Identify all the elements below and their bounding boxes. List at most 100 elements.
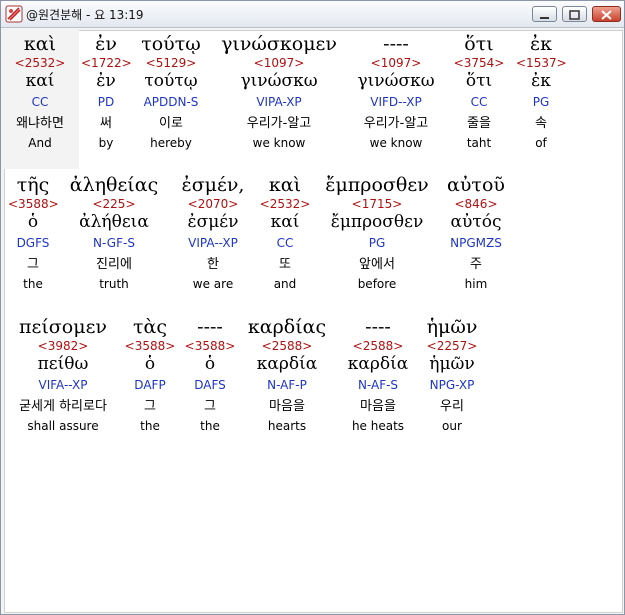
- korean-gloss: 앞에서: [359, 257, 395, 272]
- strong-number: <225>: [92, 197, 136, 211]
- greek-word: ----: [383, 33, 409, 55]
- korean-gloss: 한: [207, 257, 219, 272]
- close-button[interactable]: [592, 6, 621, 22]
- lemma: ἀλήθεια: [79, 212, 149, 232]
- english-gloss: taht: [466, 136, 492, 150]
- greek-word: ----: [365, 316, 391, 338]
- greek-word: ἔμπροσθεν: [325, 174, 429, 196]
- parsing-code: N-GF-S: [93, 236, 135, 250]
- parsing-code: VIPA--XP: [188, 236, 238, 250]
- greek-word: ----: [197, 316, 223, 338]
- strong-number: <2532>: [259, 197, 311, 211]
- parsing-code: VIFA--XP: [38, 378, 88, 392]
- strong-number: <2588>: [352, 339, 404, 353]
- korean-gloss: 그: [144, 399, 156, 414]
- english-gloss: by: [98, 136, 114, 150]
- word-column[interactable]: ἐκ <1537> ἐκ PG 속 of: [516, 32, 567, 157]
- minimize-button[interactable]: [532, 6, 557, 22]
- strong-number: <2257>: [426, 339, 478, 353]
- strong-number: <1722>: [81, 56, 132, 70]
- english-gloss: of: [535, 136, 547, 150]
- korean-gloss: 우리가-알고: [363, 116, 429, 131]
- parsing-code: N-AF-S: [357, 378, 399, 392]
- strong-number: <2070>: [187, 197, 239, 211]
- parsing-code: PG: [368, 236, 386, 250]
- parsing-code: DGFS: [16, 236, 50, 250]
- word-column[interactable]: ἐν <1722> ἐν PD 써 by: [81, 32, 132, 157]
- korean-gloss: 우리: [440, 399, 464, 414]
- lemma: τούτῳ: [144, 71, 198, 91]
- word-column[interactable]: αὐτοῦ <846> αὐτός NPGMZS 주 him: [431, 173, 521, 298]
- word-column[interactable]: καὶ <2532> καί CC 왜냐하면 And: [5, 32, 75, 157]
- english-gloss: shall assure: [27, 419, 99, 433]
- greek-word: καρδίας: [247, 316, 327, 338]
- korean-gloss: 줄을: [467, 116, 491, 131]
- maximize-button[interactable]: [562, 6, 587, 22]
- korean-gloss: 써: [100, 116, 112, 131]
- english-gloss: hereby: [150, 136, 192, 150]
- lemma: ὁ: [27, 212, 39, 232]
- korean-gloss: 또: [279, 257, 291, 272]
- korean-gloss: 속: [535, 116, 547, 131]
- greek-word: πείσομεν: [19, 316, 107, 338]
- minimize-icon: [540, 17, 549, 19]
- korean-gloss: 그: [27, 257, 39, 272]
- title-bar[interactable]: @원견분해 - 요 13:19: [1, 1, 624, 28]
- lemma: ἡμῶν: [429, 354, 475, 374]
- greek-word: τῆς: [16, 174, 50, 196]
- greek-word: ἐσμέν,: [181, 174, 245, 196]
- word-column[interactable]: καὶ <2532> καί CC 또 and: [258, 173, 313, 298]
- word-column[interactable]: ἐσμέν, <2070> ἐσμέν VIPA--XP 한 we are: [168, 173, 258, 298]
- lemma: καί: [25, 71, 55, 91]
- window-title: @원견분해 - 요 13:19: [26, 8, 144, 22]
- korean-gloss: 이로: [159, 116, 183, 131]
- strong-number: <2588>: [261, 339, 313, 353]
- korean-gloss: 그: [204, 399, 216, 414]
- parsing-code: CC: [276, 236, 294, 250]
- strong-number: <2532>: [14, 56, 66, 70]
- strong-number: <846>: [454, 197, 498, 211]
- parsing-code: VIPA-XP: [256, 95, 302, 109]
- english-gloss: and: [273, 277, 297, 291]
- english-gloss: And: [28, 136, 52, 150]
- word-column[interactable]: ὅτι <3754> ὅτι CC 줄을 taht: [449, 32, 509, 157]
- greek-word: αὐτοῦ: [447, 174, 505, 196]
- word-column[interactable]: ἀληθείας <225> ἀλήθεια N-GF-S 진리에 truth: [64, 173, 164, 298]
- word-column[interactable]: τὰς <3588> ὁ DAFP 그 the: [123, 315, 178, 440]
- word-column[interactable]: πείσομεν <3982> πείθω VIFA--XP 굳세게 하리로다 shall…: [3, 315, 123, 440]
- maximize-icon: [569, 10, 580, 20]
- lemma: ἐκ: [531, 71, 551, 91]
- strong-number: <1097>: [370, 56, 422, 70]
- lemma: καρδία: [256, 354, 318, 374]
- word-column[interactable]: τῆς <3588> ὁ DGFS 그 the: [8, 173, 59, 298]
- word-column[interactable]: τούτῳ <5129> τούτῳ APDDN-S 이로 hereby: [129, 32, 214, 157]
- greek-word: τούτῳ: [141, 33, 201, 55]
- lemma: καρδία: [347, 354, 409, 374]
- word-column[interactable]: ἡμῶν <2257> ἡμῶν NPG-XP 우리 our: [412, 315, 492, 440]
- parsing-code: VIFD--XP: [370, 95, 422, 109]
- parsing-code: PD: [97, 95, 115, 109]
- lemma: ἐσμέν: [187, 212, 239, 232]
- word-column[interactable]: γινώσκομεν <1097> γινώσκω VIPA-XP 우리가-알고 we k…: [214, 32, 344, 157]
- english-gloss: we know: [369, 136, 423, 150]
- english-gloss: the: [140, 419, 160, 433]
- korean-gloss: 왜냐하면: [16, 116, 64, 131]
- word-column[interactable]: ἔμπροσθεν <1715> ἔμπροσθεν PG 앞에서 before: [307, 173, 447, 298]
- parsing-code: DAFP: [134, 378, 166, 392]
- word-column[interactable]: καρδίας <2588> καρδία N-AF-P 마음을 hearts: [240, 315, 335, 440]
- english-gloss: our: [442, 419, 462, 433]
- lemma: ὁ: [144, 354, 156, 374]
- lemma: γινώσκω: [357, 71, 435, 91]
- parsing-code: APDDN-S: [143, 95, 199, 109]
- korean-gloss: 우리가-알고: [246, 116, 312, 131]
- lemma: ὁ: [204, 354, 216, 374]
- word-column[interactable]: ---- <1097> γινώσκω VIFD--XP 우리가-알고 we know: [346, 32, 446, 157]
- word-column[interactable]: ---- <2588> καρδία N-AF-S 마음을 he heats: [336, 315, 421, 440]
- lemma: ἔμπροσθεν: [330, 212, 424, 232]
- greek-word: τὰς: [133, 316, 167, 338]
- english-gloss: hearts: [267, 419, 307, 433]
- word-column[interactable]: ---- <3588> ὁ DAFS 그 the: [183, 315, 238, 440]
- strong-number: <3982>: [37, 339, 89, 353]
- strong-number: <3588>: [184, 339, 236, 353]
- lemma: γινώσκω: [240, 71, 318, 91]
